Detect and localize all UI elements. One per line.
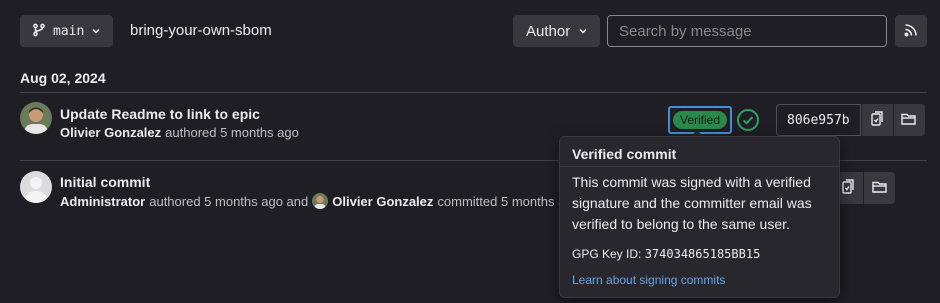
author-link[interactable]: Olivier Gonzalez	[60, 125, 161, 140]
popover-title: Verified commit	[572, 146, 677, 162]
chevron-down-icon	[578, 23, 588, 40]
folder-icon	[871, 180, 888, 197]
browse-files-button[interactable]	[863, 172, 895, 204]
learn-signing-link[interactable]: Learn about signing commits	[572, 273, 725, 287]
copy-sha-button[interactable]	[860, 104, 893, 136]
divider	[560, 166, 839, 167]
sha-group: 806e957b	[776, 104, 925, 136]
author-filter-button[interactable]: Author	[513, 15, 600, 47]
commit-sha[interactable]: 806e957b	[776, 104, 861, 136]
commits-toolbar: main bring-your-own-sbom Author	[0, 0, 940, 62]
date-heading: Aug 02, 2024	[20, 70, 106, 86]
popover-body: This commit was signed with a verified s…	[572, 174, 812, 232]
browse-files-button[interactable]	[892, 104, 925, 136]
commit-title-link[interactable]: Update Readme to link to epic	[60, 106, 260, 122]
avatar[interactable]	[20, 171, 52, 203]
folder-icon	[901, 112, 917, 129]
author-link[interactable]: Administrator	[60, 194, 145, 209]
commit-meta: Olivier Gonzalez authored 5 months ago	[60, 125, 299, 140]
gpg-key-id: GPG Key ID: 374034865185BB15	[572, 247, 760, 261]
avatar[interactable]	[20, 102, 52, 134]
authored-time: authored 5 months ago	[165, 125, 299, 140]
project-path: bring-your-own-sbom	[130, 22, 272, 39]
branch-icon	[32, 23, 46, 40]
verified-badge: Verified	[672, 111, 728, 129]
rss-icon	[904, 23, 918, 40]
check-circle-icon[interactable]	[736, 108, 760, 132]
rss-feed-button[interactable]	[895, 15, 927, 47]
authored-time: authored 5 months ago and	[149, 193, 309, 209]
committer-avatar	[312, 193, 329, 209]
branch-selector[interactable]: main	[20, 15, 113, 47]
search-input[interactable]	[607, 15, 887, 47]
divider	[20, 92, 927, 93]
copy-icon	[870, 110, 884, 130]
commit-meta: Administrator authored 5 months ago and …	[60, 193, 580, 209]
chevron-down-icon	[91, 23, 101, 39]
gpg-key-value: 374034865185BB15	[644, 247, 761, 261]
branch-name: main	[53, 23, 85, 39]
verified-commit-popover: Verified commit This commit was signed w…	[559, 136, 840, 298]
copy-icon	[841, 178, 855, 198]
gpg-key-label: GPG Key ID:	[572, 247, 642, 261]
author-filter-label: Author	[526, 22, 571, 40]
commit-title-link[interactable]: Initial commit	[60, 174, 150, 190]
committer-link[interactable]: Olivier Gonzalez	[332, 194, 433, 209]
